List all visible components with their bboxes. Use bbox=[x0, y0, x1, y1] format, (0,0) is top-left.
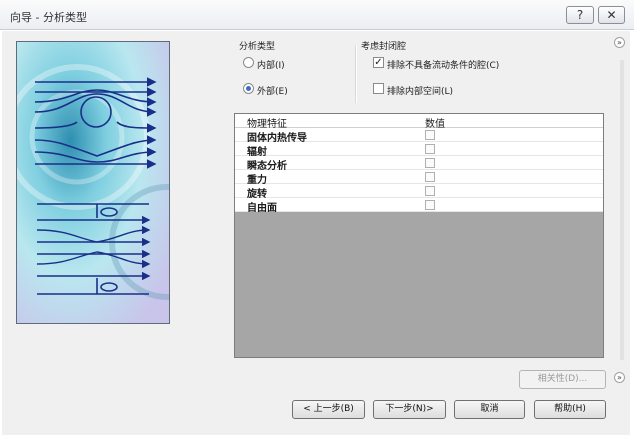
closed-cavities-label: 考虑封闭腔 bbox=[361, 42, 407, 52]
exclude-no-flow-checkbox[interactable]: ✓ bbox=[373, 57, 384, 68]
analysis-type-label: 分析类型 bbox=[239, 42, 276, 52]
feature-row[interactable]: 瞬态分析 bbox=[235, 156, 603, 172]
feature-row[interactable]: 固体内热传导 bbox=[235, 128, 603, 144]
close-button[interactable]: ✕ bbox=[598, 6, 625, 24]
feature-checkbox[interactable] bbox=[425, 172, 435, 182]
help-button[interactable]: 帮助(H) bbox=[534, 400, 606, 419]
feature-row[interactable]: 辐射 bbox=[235, 142, 603, 158]
physical-features-grid: 物理特征 数值 固体内热传导 辐射 瞬态分析 重力 旋转 自由面 bbox=[234, 113, 604, 358]
next-button[interactable]: 下一步(N)> bbox=[373, 400, 446, 419]
feature-checkbox[interactable] bbox=[425, 158, 435, 168]
internal-radio[interactable] bbox=[243, 57, 254, 68]
chevrons-right-icon[interactable]: » bbox=[614, 372, 625, 383]
feature-name: 自由面 bbox=[247, 203, 277, 214]
grid-header: 物理特征 数值 bbox=[235, 114, 603, 130]
feature-checkbox[interactable] bbox=[425, 186, 435, 196]
feature-row[interactable]: 重力 bbox=[235, 170, 603, 186]
feature-checkbox[interactable] bbox=[425, 200, 435, 210]
dependency-button[interactable]: 相关性(D)... bbox=[519, 370, 606, 389]
scrollbar-track[interactable] bbox=[620, 60, 624, 360]
external-radio[interactable] bbox=[243, 83, 254, 94]
feature-row[interactable]: 自由面 bbox=[235, 198, 603, 214]
title-bar: 向导 - 分析类型 ? ✕ bbox=[0, 0, 634, 30]
exclude-internal-space-checkbox[interactable] bbox=[373, 83, 384, 94]
exclude-no-flow-label: 排除不具备流动条件的腔(C) bbox=[387, 61, 500, 71]
cancel-button[interactable]: 取消 bbox=[454, 400, 525, 419]
feature-checkbox[interactable] bbox=[425, 144, 435, 154]
external-label: 外部(E) bbox=[257, 87, 288, 97]
feature-checkbox[interactable] bbox=[425, 130, 435, 140]
group-divider bbox=[355, 45, 357, 103]
internal-label: 内部(I) bbox=[257, 61, 285, 71]
help-title-button[interactable]: ? bbox=[566, 6, 594, 24]
chevrons-right-icon[interactable]: » bbox=[614, 37, 625, 48]
flow-illustration bbox=[16, 41, 170, 324]
back-button[interactable]: < 上一步(B) bbox=[292, 400, 365, 419]
exclude-internal-space-label: 排除内部空间(L) bbox=[387, 87, 454, 97]
feature-row[interactable]: 旋转 bbox=[235, 184, 603, 200]
window-title: 向导 - 分析类型 bbox=[10, 11, 87, 24]
